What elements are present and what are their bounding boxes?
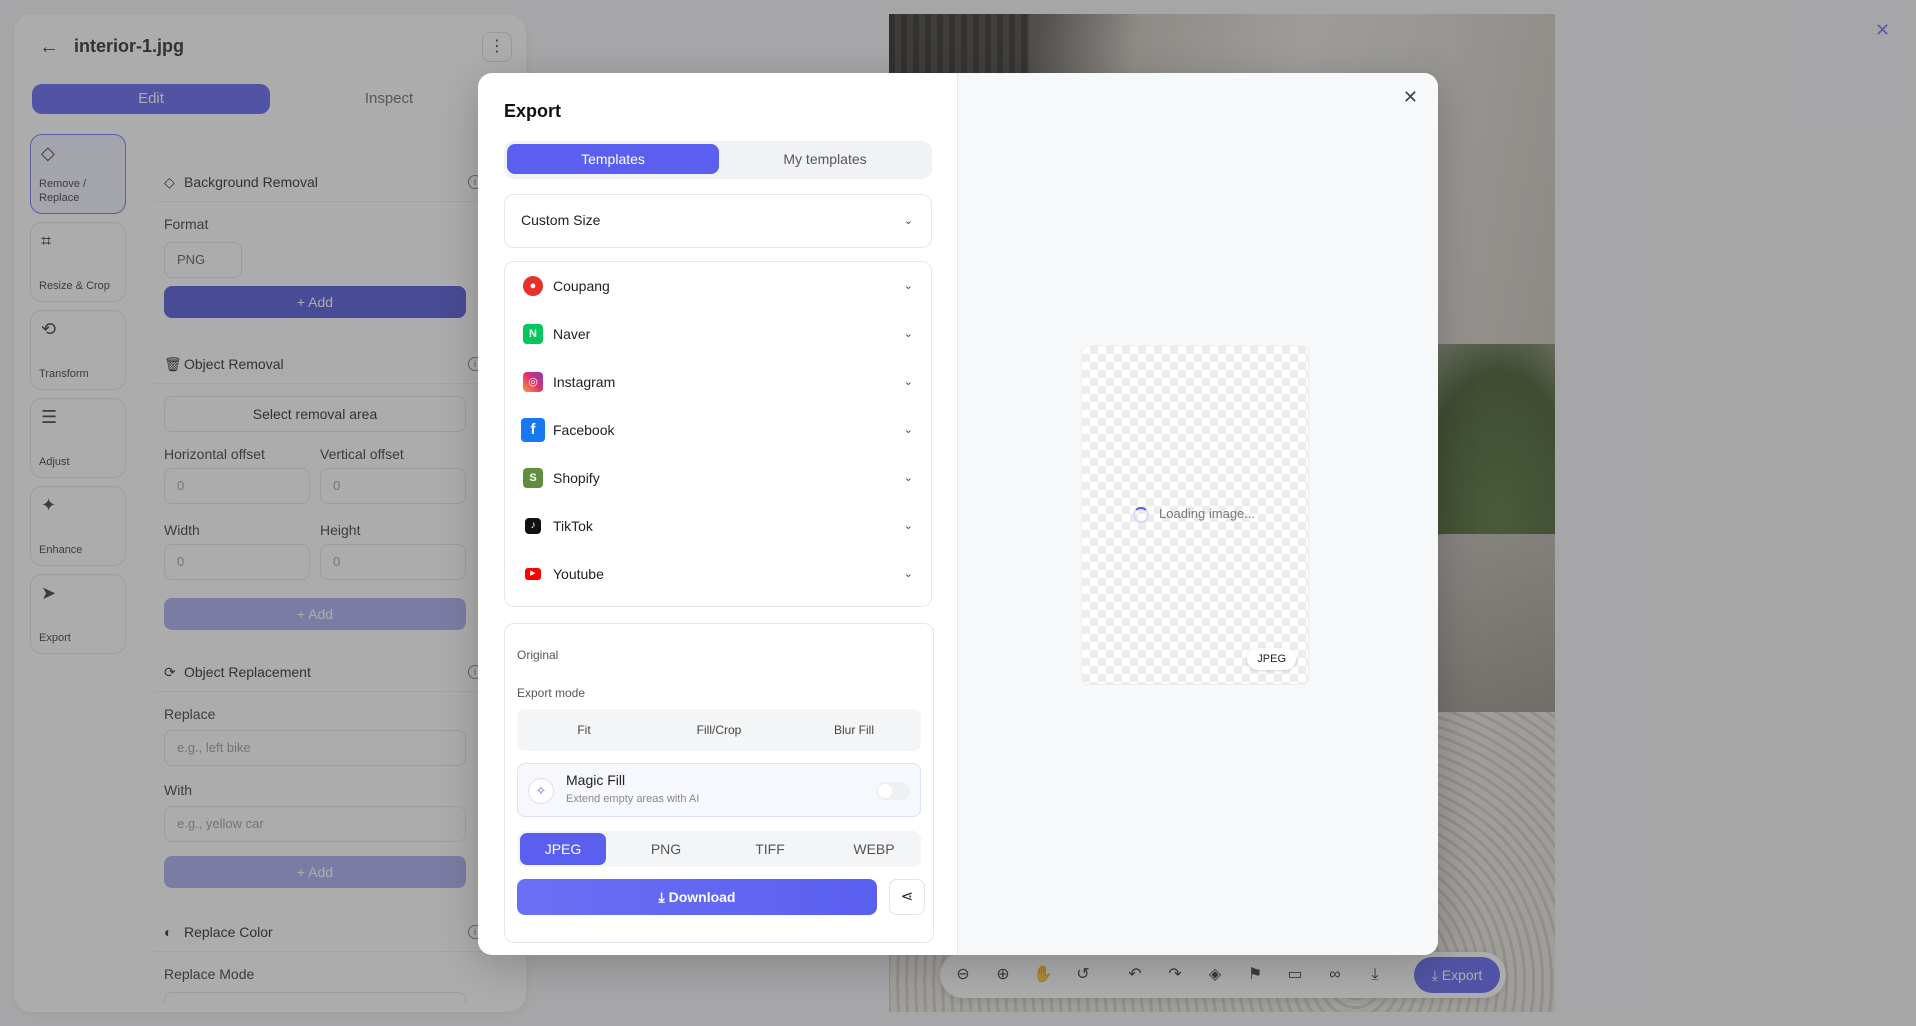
preview-area: Loading image... JPEG — [1081, 345, 1309, 685]
platform-label: Shopify — [553, 470, 600, 486]
platform-tiktok[interactable]: ♪ TikTok ⌄ — [505, 502, 931, 550]
chevron-down-icon: ⌄ — [903, 280, 913, 292]
platform-label: TikTok — [553, 518, 593, 534]
platform-label: Instagram — [553, 374, 616, 390]
platform-label: Naver — [553, 326, 591, 342]
format-jpeg[interactable]: JPEG — [520, 833, 606, 865]
chevron-down-icon: ⌄ — [903, 568, 913, 580]
magic-fill-toggle[interactable] — [876, 782, 910, 800]
chevron-down-icon: ⌄ — [903, 424, 913, 436]
share-icon: ⋖ — [900, 888, 914, 905]
export-modal: Export Templates My templates Custom Siz… — [478, 73, 1438, 955]
platform-label: Facebook — [553, 422, 615, 438]
format-webp[interactable]: WEBP — [831, 833, 917, 865]
download-label: Download — [668, 889, 736, 905]
custom-size-label: Custom Size — [521, 212, 601, 228]
chevron-down-icon: ⌄ — [903, 376, 913, 388]
mode-fill-crop[interactable]: Fill/Crop — [652, 709, 786, 751]
tab-templates[interactable]: Templates — [507, 144, 719, 174]
loading-text: Loading image... — [1159, 506, 1256, 521]
chevron-down-icon: ⌄ — [903, 215, 913, 227]
magic-fill-subtitle: Extend empty areas with AI — [566, 793, 700, 805]
format-selector: JPEG PNG TIFF WEBP — [517, 831, 921, 867]
instagram-icon: ◎ — [523, 372, 543, 392]
modal-title: Export — [504, 101, 562, 121]
original-label: Original — [517, 648, 559, 662]
chevron-down-icon: ⌄ — [903, 520, 913, 532]
export-mode-selector: Fit Fill/Crop Blur Fill — [517, 709, 921, 751]
magic-wand-icon: ✧ — [528, 778, 554, 804]
modal-close-icon[interactable]: ✕ — [1403, 87, 1418, 108]
shopify-icon: S — [523, 468, 543, 488]
naver-icon: N — [523, 324, 543, 344]
chevron-down-icon: ⌄ — [903, 328, 913, 340]
tab-my-templates[interactable]: My templates — [719, 144, 931, 174]
format-tiff[interactable]: TIFF — [727, 833, 813, 865]
tiktok-icon: ♪ — [525, 518, 541, 534]
mode-blur-fill[interactable]: Blur Fill — [787, 709, 921, 751]
chevron-down-icon: ⌄ — [903, 472, 913, 484]
youtube-icon: ▶ — [525, 568, 541, 580]
platform-youtube[interactable]: ▶ Youtube ⌄ — [505, 550, 931, 598]
platform-label: Coupang — [553, 278, 610, 294]
share-button[interactable]: ⋖ — [889, 879, 925, 915]
download-button[interactable]: ⤓ Download — [517, 879, 877, 915]
facebook-icon: f — [521, 418, 545, 442]
platform-coupang[interactable]: ● Coupang ⌄ — [505, 262, 931, 310]
loading-spinner-icon — [1133, 507, 1149, 523]
format-badge: JPEG — [1247, 648, 1296, 670]
platform-facebook[interactable]: f Facebook ⌄ — [505, 406, 931, 454]
platform-naver[interactable]: N Naver ⌄ — [505, 310, 931, 358]
export-mode-label: Export mode — [517, 686, 586, 700]
mode-fit[interactable]: Fit — [517, 709, 651, 751]
platform-instagram[interactable]: ◎ Instagram ⌄ — [505, 358, 931, 406]
platform-list: ● Coupang ⌄ N Naver ⌄ ◎ Instagram ⌄ f Fa… — [504, 261, 932, 607]
template-tabs: Templates My templates — [504, 141, 932, 179]
magic-fill-title: Magic Fill — [566, 772, 626, 788]
format-png[interactable]: PNG — [623, 833, 709, 865]
export-options: Export Templates My templates Custom Siz… — [478, 73, 957, 955]
custom-size-dropdown[interactable]: Custom Size ⌄ — [504, 194, 932, 248]
platform-shopify[interactable]: S Shopify ⌄ — [505, 454, 931, 502]
download-icon: ⤓ — [658, 889, 669, 905]
magic-fill-option: ✧ Magic Fill Extend empty areas with AI — [517, 763, 921, 817]
coupang-icon: ● — [523, 276, 543, 296]
platform-label: Youtube — [553, 566, 604, 582]
export-settings: Original Export mode Fit Fill/Crop Blur … — [504, 623, 934, 943]
